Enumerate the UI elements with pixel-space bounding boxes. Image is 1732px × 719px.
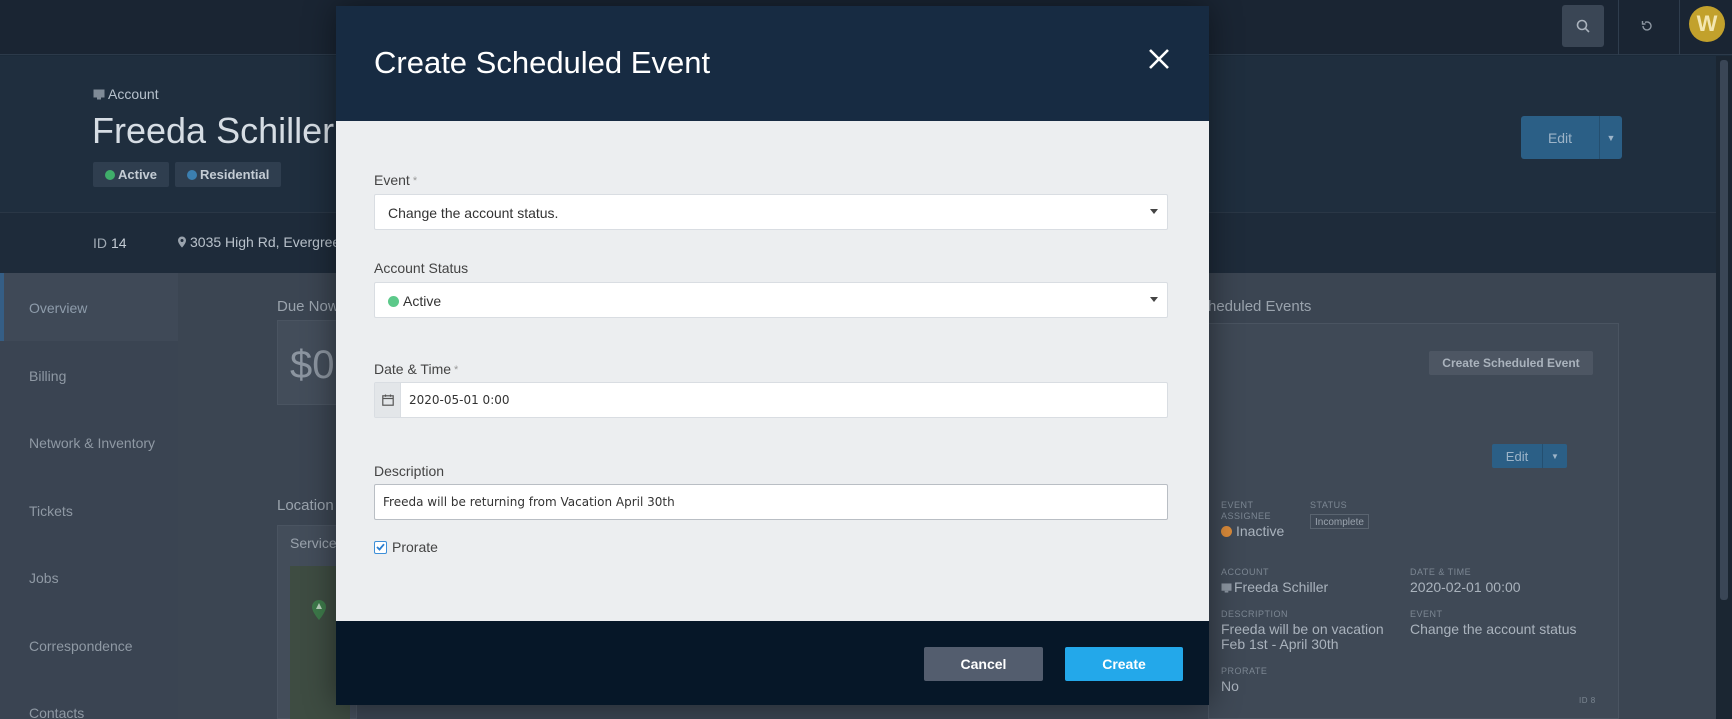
prorate-value: No — [1221, 678, 1239, 694]
edit-dropdown-toggle[interactable]: ▼ — [1599, 116, 1622, 159]
account-id-label: ID — [93, 235, 107, 251]
active-status-dot — [388, 296, 399, 307]
page-scrollbar-thumb[interactable] — [1720, 60, 1728, 600]
prorate-option[interactable]: Prorate — [374, 539, 438, 555]
caret-down-icon — [1150, 297, 1158, 302]
status-badge-label: Active — [118, 167, 158, 182]
account-value-text: Freeda Schiller — [1234, 579, 1329, 595]
close-icon[interactable] — [1144, 44, 1174, 74]
type-badge: Residential — [175, 162, 282, 187]
caret-down-icon: ▼ — [1606, 132, 1616, 143]
account-status-select[interactable]: Active — [374, 282, 1168, 318]
prorate-label: PRORATE — [1221, 666, 1268, 676]
modal-footer: Cancel Create — [336, 621, 1209, 705]
date-time-value: 2020-02-01 00:00 — [1410, 579, 1521, 595]
type-badge-label: Residential — [200, 167, 270, 182]
account-id-value: 14 — [111, 235, 127, 251]
event-select[interactable]: Change the account status. — [374, 194, 1168, 230]
required-asterisk: * — [454, 364, 459, 376]
date-time-value: 2020-05-01 0:00 — [409, 393, 510, 407]
map-marker-icon — [312, 600, 326, 620]
required-asterisk: * — [412, 175, 418, 187]
inactive-dot — [1221, 526, 1232, 537]
create-scheduled-event-modal: Create Scheduled Event Event * Change the… — [336, 6, 1209, 705]
due-now-heading: Due Now — [277, 298, 339, 315]
sidebar-item-network-inventory[interactable]: Network & Inventory — [0, 408, 178, 476]
status-dot — [105, 170, 115, 180]
description-label: DESCRIPTION — [1221, 609, 1289, 619]
account-status-field-label: Account Status — [374, 260, 469, 276]
history-icon — [1641, 21, 1652, 31]
edit-button[interactable]: Edit — [1521, 116, 1599, 159]
description-field-label: Description — [374, 463, 445, 479]
calendar-button[interactable] — [375, 383, 401, 417]
sidebar-item-correspondence[interactable]: Correspondence — [0, 611, 178, 679]
search-button[interactable] — [1562, 5, 1604, 47]
calendar-icon — [381, 394, 394, 406]
account-status-text: Active — [403, 293, 442, 309]
event-assignee-label: EVENT ASSIGNEE — [1221, 500, 1272, 521]
event-label: EVENT — [1410, 609, 1443, 619]
account-address-text: 3035 High Rd, Evergree — [190, 234, 341, 250]
sidebar-item-jobs[interactable]: Jobs — [0, 543, 178, 611]
create-scheduled-event-button[interactable]: Create Scheduled Event — [1429, 351, 1593, 375]
create-button[interactable]: Create — [1065, 647, 1183, 681]
breadcrumb: Account — [93, 86, 159, 102]
scheduled-event-edit-dropdown[interactable]: ▼ — [1542, 444, 1567, 468]
date-time-label: DATE & TIME — [1410, 567, 1472, 577]
description-value: Freeda will be on vacation Feb 1st - Apr… — [1221, 621, 1384, 652]
cancel-button[interactable]: Cancel — [924, 647, 1043, 681]
date-time-field-label-text: Date & Time — [374, 361, 452, 377]
account-icon — [1221, 583, 1232, 593]
sidebar-item-tickets[interactable]: Tickets — [0, 476, 178, 544]
event-assignee-text: Inactive — [1236, 523, 1285, 539]
prorate-label[interactable]: Prorate — [392, 539, 438, 555]
location-heading: Location — [277, 497, 334, 514]
event-value: Change the account status — [1410, 621, 1577, 637]
date-time-field-label: Date & Time * — [374, 361, 458, 377]
account-id: ID 14 — [93, 235, 127, 251]
modal-title: Create Scheduled Event — [374, 45, 711, 80]
status-label: STATUS — [1310, 500, 1348, 510]
search-icon — [1576, 19, 1590, 33]
description-input-value: Freeda will be returning from Vacation A… — [383, 495, 675, 509]
type-dot — [187, 170, 197, 180]
due-amount: $0 — [290, 343, 335, 387]
status-badge: Active — [93, 162, 170, 187]
divider — [1679, 0, 1680, 55]
status-pill: Incomplete — [1310, 514, 1369, 529]
service-tab[interactable]: Service — [290, 535, 337, 551]
prorate-checkbox[interactable] — [374, 540, 387, 554]
sidebar-item-contacts[interactable]: Contacts — [0, 678, 178, 719]
description-input[interactable]: Freeda will be returning from Vacation A… — [374, 484, 1168, 520]
account-sidebar: Overview Billing Network & Inventory Tic… — [0, 273, 178, 719]
map-pin-icon — [178, 236, 186, 248]
account-value[interactable]: Freeda Schiller — [1221, 580, 1328, 595]
checkmark-icon — [376, 543, 385, 551]
scheduled-event-id: ID 8 — [1579, 696, 1596, 705]
page-title: Freeda Schiller — [92, 110, 335, 151]
account-icon — [93, 89, 105, 100]
modal-header: Create Scheduled Event — [336, 6, 1209, 121]
sidebar-item-billing[interactable]: Billing — [0, 341, 178, 409]
history-button[interactable] — [1626, 5, 1668, 47]
date-time-input[interactable]: 2020-05-01 0:00 — [374, 382, 1168, 418]
scheduled-event-edit-button[interactable]: Edit — [1492, 444, 1542, 468]
account-address[interactable]: 3035 High Rd, Evergree — [177, 234, 340, 250]
scheduled-events-heading: heduled Events — [1208, 298, 1312, 315]
account-label: ACCOUNT — [1221, 567, 1269, 577]
sidebar-item-overview[interactable]: Overview — [0, 273, 178, 341]
breadcrumb-label[interactable]: Account — [108, 86, 159, 102]
caret-down-icon — [1150, 209, 1158, 214]
user-avatar[interactable]: W — [1689, 6, 1725, 42]
divider — [1618, 0, 1619, 55]
event-assignee-value: Inactive — [1221, 524, 1284, 539]
account-status-select-value: Active — [388, 293, 441, 309]
event-field-label-text: Event — [374, 172, 410, 188]
caret-down-icon: ▼ — [1551, 451, 1559, 461]
event-field-label: Event * — [374, 172, 417, 188]
event-select-value: Change the account status. — [388, 205, 559, 221]
